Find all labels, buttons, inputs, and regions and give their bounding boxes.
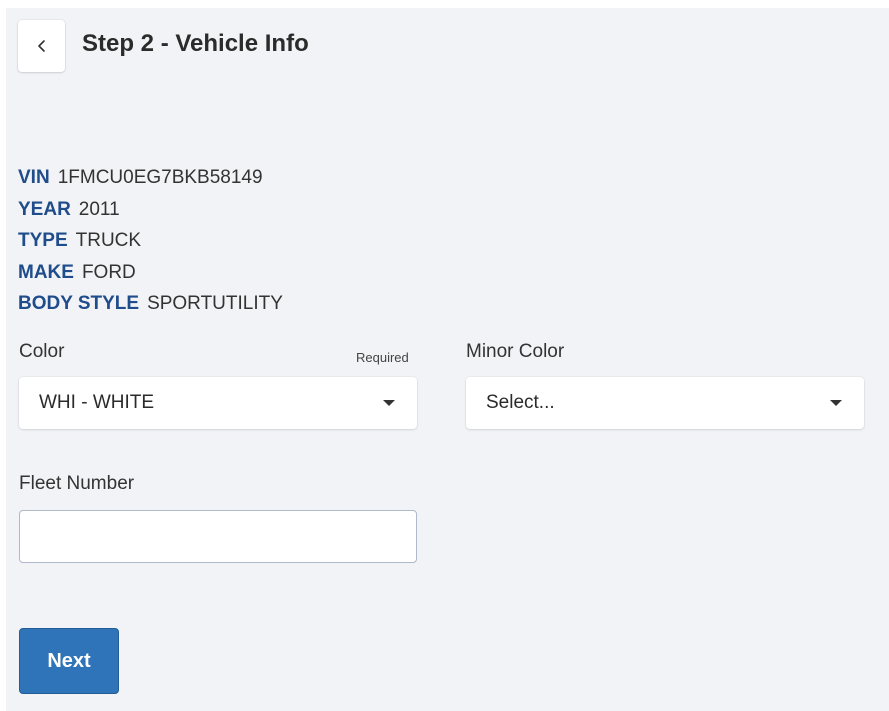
type-value: TRUCK: [75, 230, 142, 251]
caret-down-icon: [383, 400, 395, 406]
color-select[interactable]: WHI - WHITE: [19, 377, 417, 429]
body-style-label: BODY STYLE: [18, 293, 140, 314]
body-style-row: BODY STYLE SPORTUTILITY: [18, 291, 283, 323]
vehicle-details: VIN 1FMCU0EG7BKB58149 YEAR 2011 TYPE TRUCK …: [18, 165, 283, 323]
chevron-left-icon: [37, 39, 47, 53]
back-button[interactable]: [18, 20, 65, 72]
body-style-value: SPORTUTILITY: [147, 293, 283, 314]
page-title: Step 2 - Vehicle Info: [82, 30, 309, 57]
type-label: TYPE: [18, 230, 68, 251]
color-required-note: Required: [356, 350, 409, 365]
make-value: FORD: [81, 261, 136, 283]
fleet-number-label: Fleet Number: [19, 473, 135, 494]
vin-value: 1FMCU0EG7BKB58149: [57, 167, 263, 188]
vin-row: VIN 1FMCU0EG7BKB58149: [18, 165, 283, 197]
fleet-number-input[interactable]: [19, 510, 417, 563]
minor-color-label: Minor Color: [466, 341, 565, 362]
year-label: YEAR: [18, 198, 71, 220]
next-button[interactable]: Next: [19, 628, 119, 694]
vehicle-info-panel: Step 2 - Vehicle Info VIN 1FMCU0EG7BKB581…: [6, 8, 889, 711]
vin-label: VIN: [18, 167, 50, 188]
year-value: 2011: [78, 198, 120, 220]
year-row: YEAR 2011: [18, 197, 283, 229]
make-row: MAKE FORD: [18, 260, 283, 292]
type-row: TYPE TRUCK: [18, 228, 283, 260]
make-label: MAKE: [18, 261, 74, 283]
color-label: Color: [19, 341, 65, 362]
color-select-value: WHI - WHITE: [39, 392, 155, 413]
minor-color-select[interactable]: Select...: [466, 377, 864, 429]
caret-down-icon: [830, 400, 842, 406]
minor-color-select-value: Select...: [486, 392, 555, 413]
